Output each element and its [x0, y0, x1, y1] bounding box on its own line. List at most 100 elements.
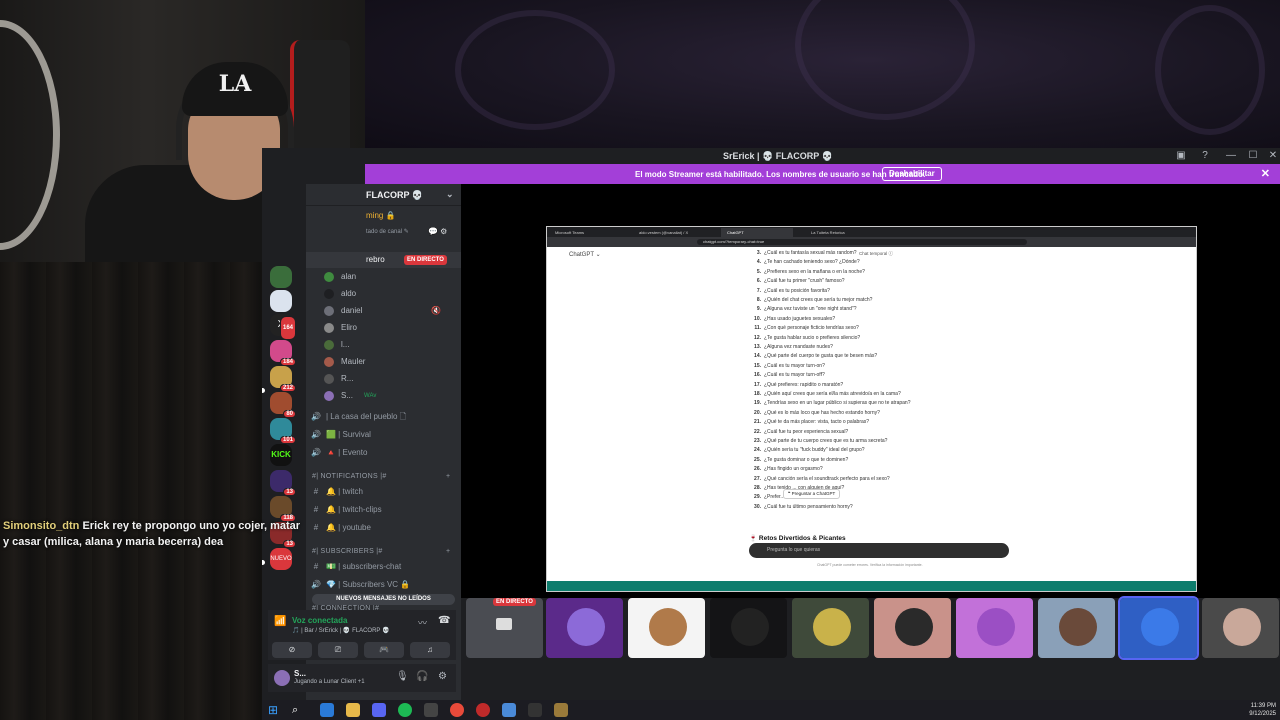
participant-tile-stream[interactable]: EN DIRECTO [466, 598, 543, 658]
question-item: 23. ¿Qué parte de tu cuerpo crees que es … [749, 438, 887, 444]
spotify-icon[interactable] [398, 703, 412, 717]
server-icon[interactable]: 212 [270, 366, 296, 392]
participant-tile[interactable] [546, 598, 623, 658]
voice-channel[interactable]: 🔊 | La casa del pueblo 🗋 [306, 409, 461, 425]
wood-background [0, 262, 262, 720]
question-item: 16. ¿Cuál es tu mayor turn-off? [749, 372, 825, 378]
taskbar-app-icon[interactable] [528, 703, 542, 717]
soundboard-button[interactable]: ♫ [410, 642, 450, 658]
question-number: 12. [754, 334, 761, 341]
new-server-badge[interactable]: NUEVO [270, 548, 292, 570]
add-channel-icon[interactable]: + [446, 544, 450, 560]
question-text: ¿Cuál fue tu primer "crush" famoso? [764, 278, 845, 285]
chatgpt-model-selector[interactable]: ChatGPT ⌄ [569, 251, 601, 258]
question-item: 22. ¿Cuál fue tu peor experiencia sexual? [749, 429, 848, 435]
temp-chat-label[interactable]: Chat temporal ⓘ [859, 251, 893, 257]
server-subtitle: ming 🔒 [366, 211, 396, 220]
wallpaper-swirl [455, 10, 615, 130]
browser-tab[interactable]: La Tuiteta Retorica [805, 228, 885, 237]
server-icon[interactable]: 80 [270, 392, 296, 418]
minimize-button[interactable]: — [1225, 150, 1237, 162]
browser-tab[interactable]: ChatGPT [721, 228, 793, 237]
activities-button[interactable]: 🎮 [364, 642, 404, 658]
mic-icon[interactable]: 🎙 [396, 671, 409, 682]
headphones-icon[interactable]: 🎧 [416, 671, 428, 682]
voice-member[interactable]: R... [306, 371, 461, 387]
voice-member[interactable]: l... [306, 337, 461, 353]
disable-streamer-button[interactable]: Deshabilitar [882, 167, 942, 181]
add-channel-icon[interactable]: + [446, 469, 450, 485]
voice-channel[interactable]: 🔊 🟩 | Survival [306, 427, 461, 443]
server-icon[interactable] [270, 290, 292, 312]
shared-screen-browser[interactable]: Microsoft Teams aldo.vestem (@vanaliat) … [546, 226, 1197, 592]
voice-member[interactable]: aldo [306, 286, 461, 302]
question-item: 5. ¿Prefieres sexo en la mañana o en la n… [749, 269, 865, 275]
server-icon[interactable]: 184 [270, 340, 296, 366]
help-icon[interactable]: ? [1199, 150, 1211, 162]
close-button[interactable]: ✕ [1267, 150, 1279, 162]
participant-tile[interactable] [792, 598, 869, 658]
text-channel[interactable]: # 🔔 | twitch [306, 484, 461, 500]
question-number: 26. [754, 466, 761, 473]
voice-member[interactable]: Eliro [306, 320, 461, 336]
inbox-icon[interactable]: ▣ [1175, 150, 1187, 162]
taskbar-app-icon[interactable] [424, 703, 438, 717]
voice-member[interactable]: S... WAv [306, 388, 461, 404]
text-channel[interactable]: # 🔔 | youtube [306, 520, 461, 536]
participant-tile[interactable] [874, 598, 951, 658]
settings-icons[interactable]: 💬 ⚙ [428, 224, 447, 240]
screen-share-button[interactable]: ⎚ [318, 642, 358, 658]
server-icon[interactable]: 101 [270, 418, 296, 444]
question-number: 16. [754, 372, 761, 379]
taskbar-app-icon[interactable] [476, 703, 490, 717]
system-clock[interactable]: 11:39 PM 9/12/2025 [1249, 702, 1276, 718]
voice-member[interactable]: alan [306, 269, 461, 285]
text-channel[interactable]: # 💵 | subscribers-chat [306, 559, 461, 575]
question-text: ¿Cuál es tu mayor turn-on? [764, 362, 825, 369]
voice-channel[interactable]: 🔊 🔺 | Evento [306, 445, 461, 461]
server-icon[interactable] [270, 266, 292, 288]
category-notifications[interactable]: #| NOTIFICATIONS |# + [306, 469, 461, 485]
ask-chatgpt-bubble[interactable]: ❝ Preguntar a ChatGPT [783, 489, 841, 499]
server-icon[interactable]: 13 [270, 470, 296, 496]
server-icon[interactable]: X164 [270, 314, 296, 340]
unread-messages-pill[interactable]: NUEVOS MENSAJES NO LEÍDOS [312, 594, 455, 605]
browser-tab[interactable]: aldo.vestem (@vanaliat) / X [633, 228, 718, 237]
signal-icon[interactable]: 📶 [274, 616, 286, 627]
minecraft-icon[interactable] [554, 703, 568, 717]
kick-server-icon[interactable]: KICK [270, 444, 292, 466]
participant-tile[interactable] [710, 598, 787, 658]
taskbar-app-icon[interactable] [320, 703, 334, 717]
browser-tab[interactable]: Microsoft Teams [549, 228, 629, 237]
category-subscribers[interactable]: #| SUBSCRIBERS |# + [306, 544, 461, 560]
prompt-input[interactable]: Pregunta lo que quieras [749, 543, 1009, 558]
windows-start-icon[interactable]: ⊞ [268, 703, 282, 717]
avatar[interactable] [274, 670, 290, 686]
taskbar-app-icon[interactable] [502, 703, 516, 717]
search-icon[interactable]: ⌕ [292, 703, 306, 717]
voice-member[interactable]: Mauler [306, 354, 461, 370]
clock-time: 11:39 PM [1250, 703, 1276, 709]
participant-tile[interactable] [1038, 598, 1115, 658]
stream-chat-overlay: Simonsito_dtn Erick rey te propongo uno … [3, 518, 303, 550]
participant-tile[interactable] [956, 598, 1033, 658]
text-channel[interactable]: # 🔔 | twitch-clips [306, 502, 461, 518]
participant-tile-selected[interactable] [1118, 596, 1199, 660]
url-field[interactable]: chatgpt.com/?temporary-chat=true [697, 239, 1027, 245]
disconnect-icon[interactable]: ☎ [438, 615, 450, 626]
participant-tile[interactable] [1202, 598, 1279, 658]
camera-button[interactable]: ⊘ [272, 642, 312, 658]
gear-icon[interactable]: ⚙ [438, 671, 447, 682]
voice-member[interactable]: daniel 🔇 [306, 303, 461, 319]
participant-tile[interactable] [628, 598, 705, 658]
folder-icon[interactable] [346, 703, 360, 717]
voice-channel-active[interactable]: rebro EN DIRECTO [306, 252, 461, 268]
noise-icon[interactable]: 〰 [418, 616, 427, 629]
maximize-button[interactable]: ☐ [1247, 150, 1259, 162]
server-icon[interactable]: 118 [270, 496, 296, 522]
banner-close-icon[interactable]: ✕ [1261, 167, 1270, 180]
discord-icon[interactable] [372, 703, 386, 717]
chrome-icon[interactable] [450, 703, 464, 717]
voice-channel[interactable]: 🔊 💎 | Subscribers VC 🔒 [306, 577, 461, 593]
server-header[interactable]: FLACORP 💀 ⌄ [306, 184, 461, 206]
